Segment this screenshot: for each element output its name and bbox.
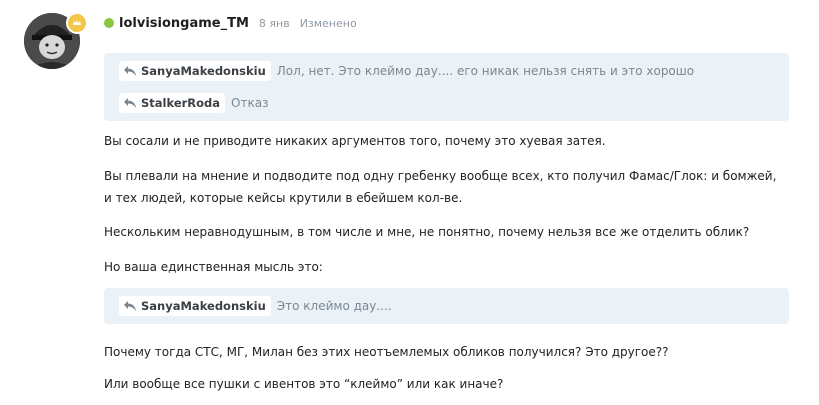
reply-arrow-icon — [124, 66, 136, 76]
reply-mention[interactable]: SanyaMakedonskiu — [119, 61, 271, 81]
quote-text: Это клеймо дау.... — [276, 299, 392, 313]
mention-username: StalkerRoda — [141, 96, 221, 110]
edited-label: Изменено — [299, 16, 357, 30]
post-paragraph: Почему тогда СТС, МГ, Милан без этих нео… — [104, 345, 669, 359]
author-name[interactable]: lolvisiongame_TM — [119, 16, 249, 31]
mention-username: SanyaMakedonskiu — [141, 299, 266, 313]
quote-line: SanyaMakedonskiu Лол, нет. Это клеймо да… — [119, 57, 789, 85]
quote-text: Отказ — [231, 96, 269, 110]
post-date[interactable]: 8 янв — [259, 17, 290, 30]
post-content: SanyaMakedonskiu Лол, нет. Это клеймо да… — [104, 53, 789, 391]
post-paragraph: Или вообще все пушки с ивентов это “клей… — [104, 377, 504, 391]
post-paragraph: Вы плевали на мнение и подводите под одн… — [104, 169, 777, 205]
post-paragraph: Нескольким неравнодушным, в том числе и … — [104, 225, 750, 239]
crown-icon — [66, 12, 88, 34]
post-paragraph: Но ваша единственная мысль это: — [104, 260, 323, 274]
post-header: lolvisiongame_TM 8 янв Изменено — [104, 13, 357, 33]
reply-arrow-icon — [124, 98, 136, 108]
post-paragraph: Вы сосали и не приводите никаких аргумен… — [104, 134, 606, 148]
reply-mention[interactable]: StalkerRoda — [119, 93, 226, 113]
quote-line: SanyaMakedonskiu Это клеймо дау.... — [119, 292, 789, 320]
quote-text: Лол, нет. Это клеймо дау.... его никак н… — [276, 64, 695, 78]
quote-line: StalkerRoda Отказ — [119, 89, 789, 117]
mention-username: SanyaMakedonskiu — [141, 64, 266, 78]
online-status-indicator — [104, 18, 114, 28]
reply-arrow-icon — [124, 301, 136, 311]
reply-mention[interactable]: SanyaMakedonskiu — [119, 296, 271, 316]
quote-block: SanyaMakedonskiu Лол, нет. Это клеймо да… — [104, 53, 789, 121]
quote-block: SanyaMakedonskiu Это клеймо дау.... — [104, 288, 789, 324]
